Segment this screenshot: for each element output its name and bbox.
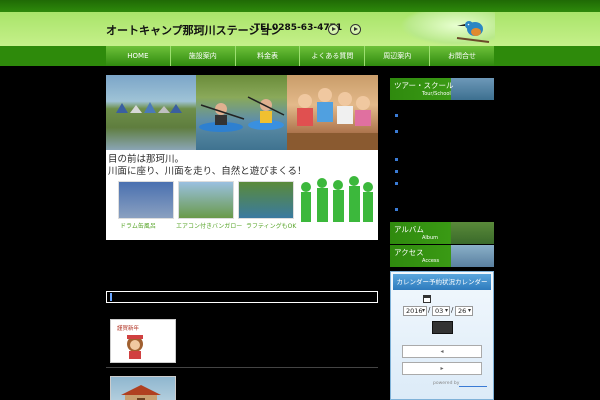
cabin-graphic: [121, 385, 161, 400]
nav-area-guide[interactable]: 周辺案内: [365, 46, 431, 66]
thumb-label-drum-bath: ドラム缶風呂: [120, 223, 156, 230]
powered-by-text: powered by: [433, 381, 460, 386]
arrow-circle-icon[interactable]: [350, 24, 361, 35]
album-photo: [451, 222, 494, 244]
access-title: アクセス: [394, 248, 424, 257]
date-separator: /: [451, 306, 454, 314]
tents-graphic: [116, 102, 182, 113]
monkey-mascot-icon: [127, 335, 143, 359]
next-month-button[interactable]: ▸: [402, 362, 482, 375]
banner-line-1: 目の前は那珂川。: [108, 154, 185, 165]
sidebar-access[interactable]: アクセス Access: [390, 245, 494, 267]
year-select[interactable]: 2016: [403, 306, 427, 316]
kingfisher-icon: [456, 21, 490, 43]
prev-month-button[interactable]: ◂: [402, 345, 482, 358]
tour-subtitle: Tour/School: [422, 91, 451, 97]
day-select[interactable]: 26: [455, 306, 473, 316]
post-divider: [106, 367, 378, 368]
kayak-graphic: [199, 96, 285, 132]
main-banner[interactable]: 目の前は那珂川。 川面に座り、川面を走り、自然と遊びまくる！ ドラム缶風呂 エア…: [106, 75, 378, 240]
arrow-circle-icon[interactable]: [328, 24, 339, 35]
album-subtitle: Album: [422, 235, 439, 241]
calendar-icon[interactable]: [423, 295, 431, 303]
thumb-label-bungalow: エアコン付きバンガロー: [176, 223, 243, 230]
drum-bath-thumb: [118, 181, 174, 219]
sidebar-bullet: [395, 170, 398, 173]
tour-title: ツアー・スクール: [394, 81, 454, 90]
main-nav: HOME 施設案内 料金表 よくある質問 周辺案内 お問合せ: [106, 46, 494, 66]
rafting-thumb: [238, 181, 294, 219]
page: オートキャンプ那珂川ステーション TEL0285-63-4771 HOME 施設…: [0, 0, 600, 400]
bbq-party-photo: [287, 75, 378, 150]
powered-by-link[interactable]: [459, 386, 487, 387]
banner-tagline: 目の前は那珂川。 川面に座り、川面を走り、自然と遊びまくる！: [108, 154, 307, 178]
sidebar-album[interactable]: アルバム Album: [390, 222, 494, 244]
tour-photo: [451, 78, 494, 100]
people-graphic: [287, 88, 378, 150]
bungalow-thumb: [178, 181, 234, 219]
sidebar-bullet: [395, 130, 398, 133]
site-header: オートキャンプ那珂川ステーション TEL0285-63-4771: [0, 12, 600, 46]
nav-pricing[interactable]: 料金表: [235, 46, 301, 66]
calendar-title: カレンダー予約状況カレンダー: [393, 274, 491, 290]
sidebar-bullet: [395, 208, 398, 211]
sidebar-tour-school[interactable]: ツアー・スクール Tour/School: [390, 78, 494, 100]
nav-home[interactable]: HOME: [106, 46, 171, 66]
bar-marker: [110, 293, 112, 301]
nav-faq[interactable]: よくある質問: [300, 46, 366, 66]
cabin-post-thumb[interactable]: [110, 376, 176, 400]
sidebar-bullet: [395, 158, 398, 161]
thumb-label-rafting: ラフティングもOK: [246, 223, 297, 230]
calendar-go-button[interactable]: [432, 321, 453, 334]
banner-line-2: 川面に座り、川面を走り、自然と遊びまくる！: [108, 166, 307, 177]
progress-bar: [106, 291, 378, 303]
sidebar-bullet: [395, 182, 398, 185]
access-subtitle: Access: [422, 258, 440, 264]
top-strip: [0, 0, 600, 12]
kayak-photo: [196, 75, 287, 150]
calendar-widget: カレンダー予約状況カレンダー 2016 / 03 / 26 ◂ ▸ powere…: [390, 271, 494, 400]
new-year-text: 謹賀新年: [117, 326, 140, 332]
campsite-photo: [106, 75, 196, 150]
nav-contact[interactable]: お問合せ: [430, 46, 494, 66]
nav-facilities[interactable]: 施設案内: [170, 46, 236, 66]
date-separator: /: [428, 306, 431, 314]
people-silhouettes: [301, 176, 373, 222]
sidebar-bullet: [395, 114, 398, 117]
month-select[interactable]: 03: [432, 306, 450, 316]
new-year-post-thumb[interactable]: 謹賀新年: [110, 319, 176, 363]
access-photo: [451, 245, 494, 267]
album-title: アルバム: [394, 225, 424, 234]
